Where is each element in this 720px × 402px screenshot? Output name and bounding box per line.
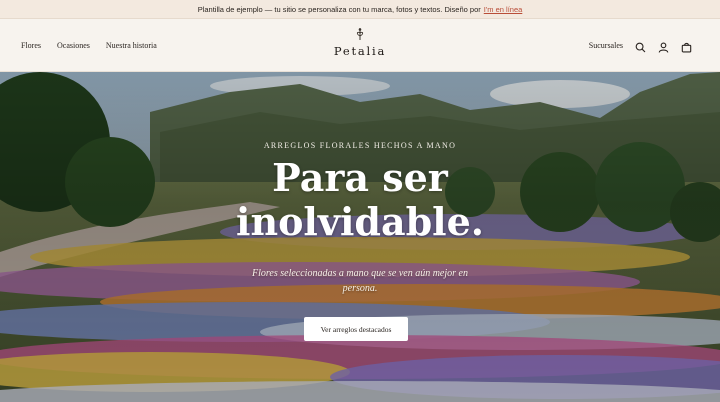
hero-headline-line-1: Para ser <box>272 155 448 200</box>
featured-arrangements-button[interactable]: Ver arreglos destacados <box>304 317 408 341</box>
hero-section: ARREGLOS FLORALES HECHOS A MANO Para ser… <box>0 72 720 402</box>
utility-nav: Sucursales <box>589 19 692 72</box>
hero-subtitle: Flores seleccionadas a mano que se ven a… <box>252 268 468 294</box>
hero-eyebrow: ARREGLOS FLORALES HECHOS A MANO <box>263 141 457 150</box>
search-icon[interactable] <box>635 40 646 53</box>
announcement-text: Plantilla de ejemplo — tu sitio se perso… <box>197 4 481 14</box>
hero-headline-line-2: inolvidable. <box>236 199 484 244</box>
designer-link[interactable]: I'm en línea <box>484 5 523 14</box>
hero-headline: Para ser inolvidable. <box>0 156 720 244</box>
site-header: Flores Ocasiones Nuestra historia Petali… <box>0 19 720 72</box>
announcement-bar: Plantilla de ejemplo — tu sitio se perso… <box>0 0 720 19</box>
account-icon[interactable] <box>658 40 669 53</box>
cart-icon[interactable] <box>681 40 692 53</box>
stores-link[interactable]: Sucursales <box>589 41 623 50</box>
